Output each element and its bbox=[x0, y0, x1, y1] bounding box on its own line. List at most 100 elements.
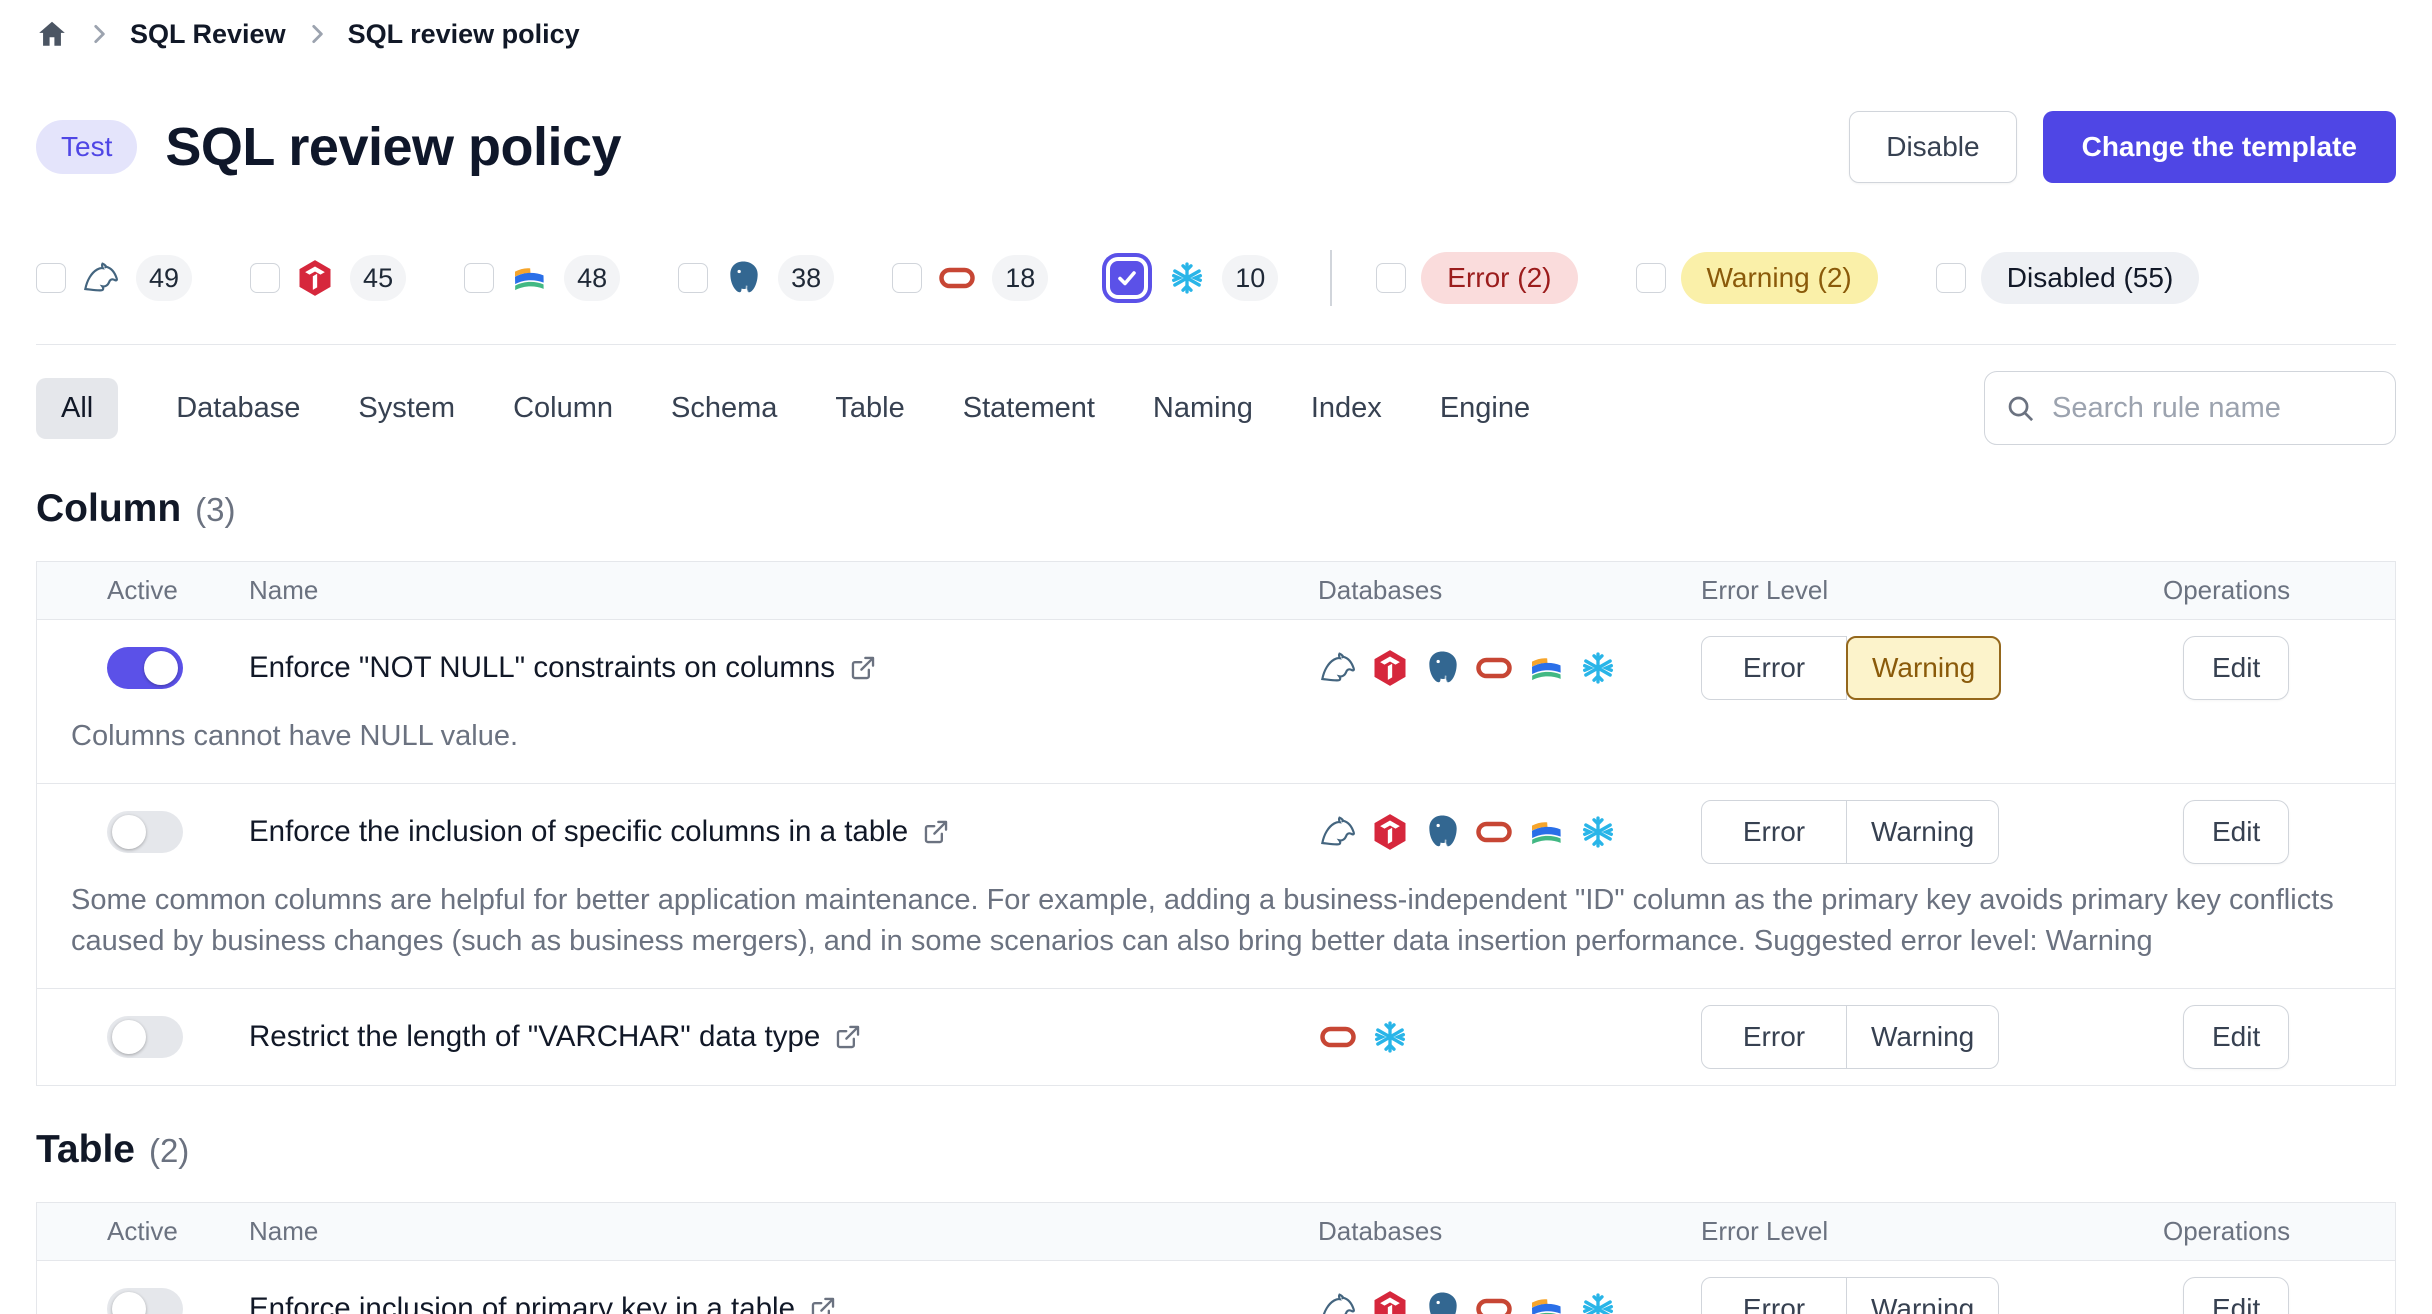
snowflake-icon bbox=[1578, 648, 1618, 688]
section-count: (3) bbox=[195, 491, 235, 529]
level-filter-label: Warning (2) bbox=[1681, 252, 1878, 304]
tab-naming[interactable]: Naming bbox=[1153, 378, 1253, 439]
section-title: Column bbox=[36, 487, 181, 531]
tab-statement[interactable]: Statement bbox=[963, 378, 1095, 439]
divider bbox=[36, 344, 2396, 345]
active-toggle[interactable] bbox=[107, 1016, 183, 1058]
error-level-warning-button[interactable]: Warning bbox=[1846, 636, 2001, 700]
oracle-icon bbox=[1474, 812, 1514, 852]
engine-filter-tidb[interactable]: 45 bbox=[250, 255, 406, 301]
tab-index[interactable]: Index bbox=[1311, 378, 1382, 439]
tidb-icon bbox=[295, 258, 335, 298]
engine-filter-checkbox-mysql[interactable] bbox=[36, 263, 66, 293]
active-toggle[interactable] bbox=[107, 811, 183, 853]
rule-table-column: ActiveNameDatabasesError LevelOperations… bbox=[36, 561, 2396, 1086]
column-header-error-level: Error Level bbox=[1695, 1216, 2155, 1247]
rule-name: Restrict the length of "VARCHAR" data ty… bbox=[249, 1020, 820, 1054]
tab-engine[interactable]: Engine bbox=[1440, 378, 1530, 439]
name-cell: Enforce "NOT NULL" constraints on column… bbox=[213, 651, 1310, 685]
level-filter-checkbox-error[interactable] bbox=[1376, 263, 1406, 293]
active-toggle[interactable] bbox=[107, 1288, 183, 1314]
engine-filter-checkbox-snowflake[interactable] bbox=[1110, 261, 1144, 295]
databases-cell bbox=[1310, 1289, 1695, 1314]
rule-description: Some common columns are helpful for bett… bbox=[37, 880, 2395, 988]
error-level-warning-button[interactable]: Warning bbox=[1847, 800, 1999, 864]
disable-button[interactable]: Disable bbox=[1849, 111, 2016, 183]
engine-filter-checkbox-tidb[interactable] bbox=[250, 263, 280, 293]
error-level-warning-button[interactable]: Warning bbox=[1847, 1005, 1999, 1069]
sql-review-policy-page: SQL Review SQL review policy Test SQL re… bbox=[0, 0, 2432, 1314]
chevron-right-icon bbox=[304, 21, 330, 47]
databases-cell bbox=[1310, 812, 1695, 852]
error-level-error-button[interactable]: Error bbox=[1701, 636, 1847, 700]
edit-button[interactable]: Edit bbox=[2183, 636, 2289, 700]
category-tabs-row: All Database System Column Schema Table Statem… bbox=[36, 371, 2396, 445]
error-level-segmented: ErrorWarning bbox=[1701, 1277, 1999, 1314]
error-level-segmented: ErrorWarning bbox=[1701, 1005, 1999, 1069]
engine-filter-snowflake[interactable]: 10 bbox=[1106, 255, 1278, 301]
search-box[interactable] bbox=[1984, 371, 2396, 445]
engine-filter-mysql[interactable]: 49 bbox=[36, 255, 192, 301]
external-link-icon[interactable] bbox=[922, 818, 950, 846]
postgres-icon bbox=[1422, 812, 1462, 852]
section-heading-column: Column (3) bbox=[36, 487, 2396, 531]
home-icon[interactable] bbox=[36, 18, 68, 50]
external-link-icon[interactable] bbox=[834, 1023, 862, 1051]
tab-system[interactable]: System bbox=[358, 378, 455, 439]
table-header-row: ActiveNameDatabasesError LevelOperations bbox=[37, 562, 2395, 620]
page-header: Test SQL review policy Disable Change th… bbox=[36, 102, 2396, 192]
snowflake-icon bbox=[1370, 1017, 1410, 1057]
tab-column[interactable]: Column bbox=[513, 378, 613, 439]
level-filter-warning[interactable]: Warning (2) bbox=[1636, 252, 1878, 304]
operations-cell: Edit bbox=[2155, 636, 2395, 700]
filter-row: 49 45 48 38 18 10 Error (2) Warning (2) Disabled… bbox=[36, 242, 2396, 314]
engine-filter-postgres[interactable]: 38 bbox=[678, 255, 834, 301]
tab-database[interactable]: Database bbox=[176, 378, 300, 439]
databases-cell bbox=[1310, 1017, 1695, 1057]
rule-row-main: Enforce "NOT NULL" constraints on column… bbox=[37, 620, 2395, 716]
rule-name: Enforce "NOT NULL" constraints on column… bbox=[249, 651, 835, 685]
error-level-error-button[interactable]: Error bbox=[1701, 1277, 1847, 1314]
edit-button[interactable]: Edit bbox=[2183, 1005, 2289, 1069]
error-level-warning-button[interactable]: Warning bbox=[1847, 1277, 1999, 1314]
category-tabs: All Database System Column Schema Table Statem… bbox=[36, 378, 1530, 439]
engine-filter-count: 38 bbox=[778, 255, 834, 301]
tab-schema[interactable]: Schema bbox=[671, 378, 777, 439]
page-title: SQL review policy bbox=[165, 116, 621, 178]
engine-filter-checkbox-oceanbase[interactable] bbox=[464, 263, 494, 293]
edit-button[interactable]: Edit bbox=[2183, 800, 2289, 864]
tidb-icon bbox=[1370, 648, 1410, 688]
external-link-icon[interactable] bbox=[809, 1295, 837, 1314]
edit-button[interactable]: Edit bbox=[2183, 1277, 2289, 1314]
external-link-icon[interactable] bbox=[849, 654, 877, 682]
engine-filter-count: 18 bbox=[992, 255, 1048, 301]
filter-divider bbox=[1330, 250, 1332, 306]
tab-table[interactable]: Table bbox=[835, 378, 904, 439]
table-row: Enforce "NOT NULL" constraints on column… bbox=[37, 620, 2395, 784]
level-filter-checkbox-warning[interactable] bbox=[1636, 263, 1666, 293]
operations-cell: Edit bbox=[2155, 800, 2395, 864]
active-toggle[interactable] bbox=[107, 647, 183, 689]
engine-filter-checkbox-oracle[interactable] bbox=[892, 263, 922, 293]
mysql-icon bbox=[1318, 812, 1358, 852]
tab-all[interactable]: All bbox=[36, 378, 118, 439]
chevron-right-icon bbox=[86, 21, 112, 47]
error-level-error-button[interactable]: Error bbox=[1701, 1005, 1847, 1069]
change-template-button[interactable]: Change the template bbox=[2043, 111, 2396, 183]
level-filter-error[interactable]: Error (2) bbox=[1376, 252, 1577, 304]
level-filter-disabled[interactable]: Disabled (55) bbox=[1936, 252, 2200, 304]
search-input[interactable] bbox=[2052, 392, 2375, 425]
column-header-name: Name bbox=[213, 575, 1310, 606]
environment-badge: Test bbox=[36, 120, 137, 174]
breadcrumb-sql-review[interactable]: SQL Review bbox=[130, 19, 286, 50]
breadcrumb-sql-review-policy[interactable]: SQL review policy bbox=[348, 19, 580, 50]
engine-filter-oceanbase[interactable]: 48 bbox=[464, 255, 620, 301]
engine-filter-oracle[interactable]: 18 bbox=[892, 255, 1048, 301]
level-filter-checkbox-disabled[interactable] bbox=[1936, 263, 1966, 293]
engine-filter-checkbox-postgres[interactable] bbox=[678, 263, 708, 293]
rule-row-main: Enforce the inclusion of specific column… bbox=[37, 784, 2395, 880]
table-row: Restrict the length of "VARCHAR" data ty… bbox=[37, 989, 2395, 1085]
error-level-error-button[interactable]: Error bbox=[1701, 800, 1847, 864]
toggle-knob bbox=[144, 651, 178, 685]
engine-filter-count: 10 bbox=[1222, 255, 1278, 301]
